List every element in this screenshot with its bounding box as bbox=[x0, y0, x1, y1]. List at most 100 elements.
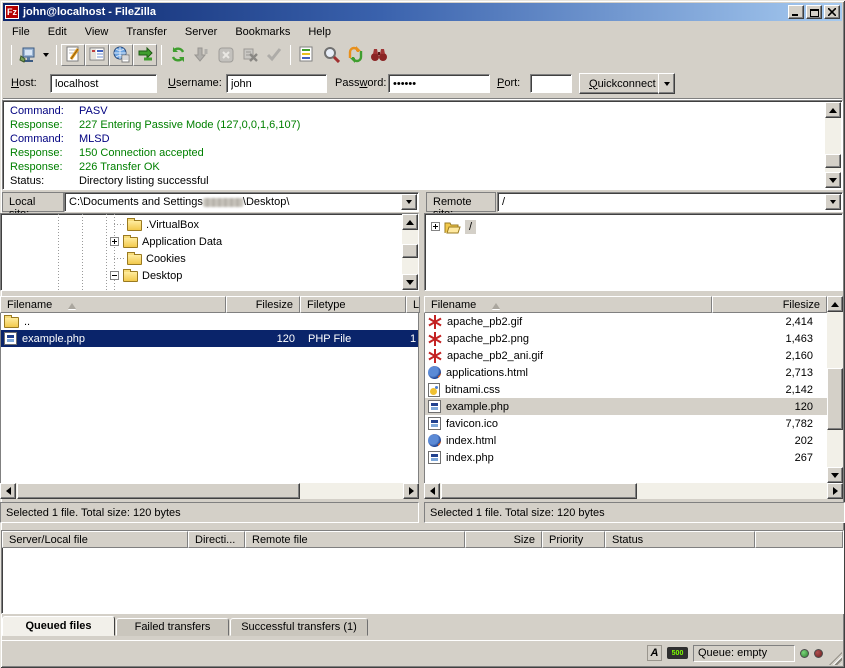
port-input[interactable] bbox=[530, 74, 572, 93]
quickconnect-dropdown-button[interactable] bbox=[658, 73, 675, 94]
menu-file[interactable]: File bbox=[3, 24, 39, 40]
remote-file-row-selected[interactable]: example.php 120 bbox=[425, 398, 827, 415]
local-tree-scrollbar[interactable] bbox=[402, 214, 418, 290]
remote-site-combobox[interactable]: / bbox=[497, 192, 843, 212]
remote-file-row[interactable]: applications.html 2,713 bbox=[425, 364, 827, 381]
menu-server[interactable]: Server bbox=[176, 24, 226, 40]
scrollbar-thumb[interactable] bbox=[17, 483, 300, 499]
remote-file-row[interactable]: index.html 202 bbox=[425, 432, 827, 449]
arrow-down-icon bbox=[406, 280, 414, 289]
tree-item-application-data[interactable]: Application Data bbox=[110, 233, 222, 250]
remote-file-row[interactable]: apache_pb2_ani.gif 2,160 bbox=[425, 347, 827, 364]
toggle-remote-tree-button[interactable] bbox=[109, 44, 133, 66]
local-site-dropdown-button[interactable] bbox=[401, 194, 417, 210]
local-header-last-modified[interactable]: Last modified bbox=[406, 296, 420, 313]
toggle-local-tree-button[interactable] bbox=[85, 44, 109, 66]
transfer-type-ascii-indicator[interactable]: A bbox=[647, 645, 662, 661]
remote-header-filesize[interactable]: Filesize bbox=[712, 296, 827, 313]
local-file-row[interactable]: .. bbox=[1, 313, 418, 330]
find-files-button[interactable] bbox=[367, 44, 391, 66]
remote-file-row[interactable]: favicon.ico 7,782 bbox=[425, 415, 827, 432]
close-button[interactable] bbox=[824, 5, 840, 19]
local-site-combobox[interactable]: C:\Documents and Settings\Desktop\ bbox=[64, 192, 419, 212]
tab-queued-files[interactable]: Queued files bbox=[2, 616, 115, 636]
username-input[interactable] bbox=[226, 74, 327, 93]
arrow-up-icon bbox=[406, 216, 414, 225]
expand-plus-icon[interactable] bbox=[431, 222, 440, 231]
minimize-button[interactable] bbox=[788, 5, 804, 19]
scroll-right-button[interactable] bbox=[827, 483, 843, 499]
remote-site-dropdown-button[interactable] bbox=[825, 194, 841, 210]
remote-file-row[interactable]: apache_pb2.gif 2,414 bbox=[425, 313, 827, 330]
css-file-icon bbox=[428, 383, 440, 397]
maximize-button[interactable] bbox=[806, 5, 822, 19]
log-scrollbar[interactable] bbox=[825, 102, 841, 188]
site-manager-dropdown-button[interactable] bbox=[40, 44, 52, 66]
filezilla-logo-icon[interactable]: Fz bbox=[5, 5, 19, 19]
remote-list-vscrollbar[interactable] bbox=[827, 296, 843, 483]
tab-successful-transfers[interactable]: Successful transfers (1) bbox=[230, 618, 368, 636]
tab-failed-transfers[interactable]: Failed transfers bbox=[116, 618, 229, 636]
scroll-up-button[interactable] bbox=[827, 296, 843, 312]
tree-item-cookies[interactable]: Cookies bbox=[127, 250, 186, 267]
menu-bookmarks[interactable]: Bookmarks bbox=[226, 24, 299, 40]
reconnect-button[interactable] bbox=[262, 44, 286, 66]
expand-plus-icon[interactable] bbox=[110, 237, 119, 246]
directory-listing-filters-button[interactable] bbox=[295, 44, 319, 66]
queue-header-remote-file[interactable]: Remote file bbox=[245, 531, 465, 548]
tree-guide-line bbox=[58, 214, 59, 290]
local-header-filetype[interactable]: Filetype bbox=[300, 296, 406, 313]
queue-header-status[interactable]: Status bbox=[605, 531, 755, 548]
collapse-minus-icon[interactable] bbox=[110, 271, 119, 280]
synchronized-browsing-button[interactable] bbox=[343, 44, 367, 66]
menu-edit[interactable]: Edit bbox=[39, 24, 76, 40]
refresh-icon bbox=[170, 46, 187, 63]
scrollbar-thumb[interactable] bbox=[825, 154, 841, 168]
tree-item-desktop[interactable]: Desktop bbox=[110, 267, 182, 284]
menu-transfer[interactable]: Transfer bbox=[117, 24, 176, 40]
scroll-down-button[interactable] bbox=[827, 467, 843, 483]
scroll-down-button[interactable] bbox=[402, 274, 418, 290]
scroll-left-button[interactable] bbox=[0, 483, 16, 499]
directory-comparison-button[interactable] bbox=[319, 44, 343, 66]
menu-view[interactable]: View bbox=[76, 24, 118, 40]
scroll-right-button[interactable] bbox=[403, 483, 419, 499]
tree-item-root[interactable]: / bbox=[431, 218, 476, 235]
disconnect-button[interactable] bbox=[238, 44, 262, 66]
scroll-up-button[interactable] bbox=[825, 102, 841, 118]
queue-header-server-local-file[interactable]: Server/Local file bbox=[2, 531, 188, 548]
local-file-row-selected[interactable]: example.php 120 PHP File 1 bbox=[1, 330, 418, 347]
queue-header: Server/Local file Directi... Remote file… bbox=[2, 531, 843, 548]
status-bar: A 500 Queue: empty bbox=[2, 640, 843, 665]
menu-help[interactable]: Help bbox=[299, 24, 340, 40]
scrollbar-thumb[interactable] bbox=[441, 483, 637, 499]
site-manager-button[interactable] bbox=[16, 44, 40, 66]
toggle-transfer-queue-button[interactable] bbox=[133, 44, 157, 66]
scrollbar-thumb[interactable] bbox=[827, 368, 843, 430]
scrollbar-thumb[interactable] bbox=[402, 244, 418, 258]
speed-limit-icon[interactable]: 500 bbox=[667, 647, 688, 659]
remote-header-filename[interactable]: Filename bbox=[424, 296, 712, 313]
password-input[interactable] bbox=[388, 74, 490, 93]
queue-header-direction[interactable]: Directi... bbox=[188, 531, 245, 548]
scroll-left-button[interactable] bbox=[424, 483, 440, 499]
remote-file-row[interactable]: index.php 267 bbox=[425, 449, 827, 466]
process-queue-button[interactable] bbox=[190, 44, 214, 66]
scroll-up-button[interactable] bbox=[402, 214, 418, 230]
cancel-operation-button[interactable] bbox=[214, 44, 238, 66]
refresh-button[interactable] bbox=[166, 44, 190, 66]
local-header-filename[interactable]: Filename bbox=[0, 296, 226, 313]
quickconnect-button[interactable]: Quickconnect bbox=[579, 73, 666, 94]
remote-file-row[interactable]: apache_pb2.png 1,463 bbox=[425, 330, 827, 347]
scroll-down-button[interactable] bbox=[825, 172, 841, 188]
queue-header-priority[interactable]: Priority bbox=[542, 531, 605, 548]
local-list-hscrollbar[interactable] bbox=[0, 483, 419, 499]
host-input[interactable] bbox=[50, 74, 157, 93]
local-header-filesize[interactable]: Filesize bbox=[226, 296, 300, 313]
title-bar[interactable]: Fz john@localhost - FileZilla bbox=[3, 3, 842, 21]
remote-file-row[interactable]: bitnami.css 2,142 bbox=[425, 381, 827, 398]
toggle-message-log-button[interactable] bbox=[61, 44, 85, 66]
tree-item-virtualbox[interactable]: .VirtualBox bbox=[127, 216, 199, 233]
queue-header-size[interactable]: Size bbox=[465, 531, 542, 548]
remote-list-hscrollbar[interactable] bbox=[424, 483, 843, 499]
